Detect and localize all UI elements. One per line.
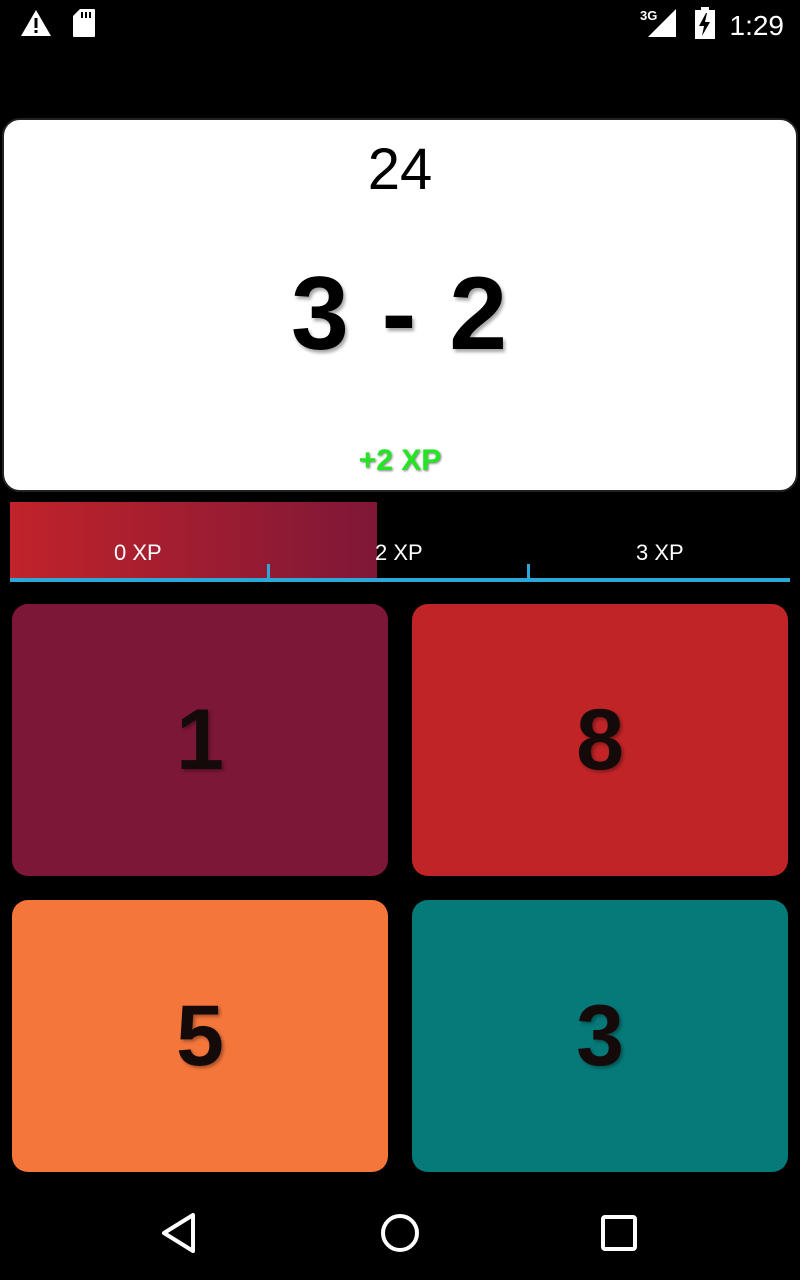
- answer-value: 1: [176, 691, 224, 788]
- answer-value: 8: [576, 691, 624, 788]
- warning-icon: [20, 9, 52, 42]
- answer-button-1[interactable]: 1: [12, 604, 388, 876]
- home-button[interactable]: [365, 1198, 435, 1268]
- answer-value: 3: [576, 987, 624, 1084]
- back-button[interactable]: [144, 1198, 214, 1268]
- home-icon: [381, 1214, 419, 1252]
- xp-level-label: 0 XP: [114, 540, 162, 565]
- navigation-bar: [0, 1184, 800, 1280]
- math-question: 3 - 2: [290, 256, 510, 372]
- xp-gain-label: +2 XP: [358, 444, 442, 477]
- xp-track-line: [10, 578, 790, 582]
- answer-button-4[interactable]: 3: [412, 900, 788, 1172]
- recent-apps-button[interactable]: [584, 1198, 654, 1268]
- xp-level-label: 3 XP: [636, 540, 684, 565]
- answer-value: 5: [176, 987, 224, 1084]
- xp-tick-mark: [267, 564, 270, 578]
- xp-level-label: 2 XP: [375, 540, 423, 565]
- xp-tick-mark: [527, 564, 530, 578]
- answer-button-3[interactable]: 5: [12, 900, 388, 1172]
- network-type-label: 3G: [640, 8, 657, 23]
- answer-button-2[interactable]: 8: [412, 604, 788, 876]
- signal-icon: 3G: [640, 7, 680, 44]
- battery-charging-icon: [694, 6, 716, 45]
- recent-apps-icon: [601, 1215, 637, 1251]
- status-bar: 3G 1:29: [0, 0, 800, 50]
- sd-card-icon: [72, 8, 96, 43]
- status-time: 1:29: [729, 9, 785, 41]
- countdown-timer: 24: [367, 137, 433, 202]
- xp-progress-bar: 0 XP 2 XP 3 XP: [10, 502, 790, 582]
- xp-progress-fill: [10, 502, 377, 578]
- back-icon: [162, 1213, 195, 1253]
